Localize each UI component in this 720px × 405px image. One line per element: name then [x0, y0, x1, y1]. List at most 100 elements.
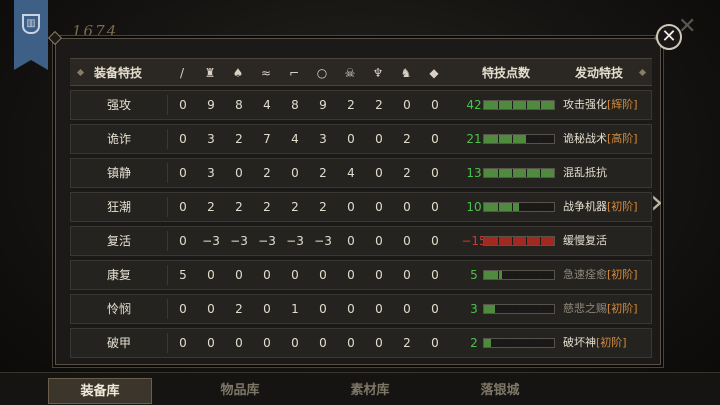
table-row[interactable]: 破甲 0 0 0 0 0 0 0 0 2 0 2 破坏神[初阶]	[70, 328, 652, 358]
stat-value: 0	[431, 302, 439, 316]
progress-tick	[512, 169, 513, 177]
table-row[interactable]: 狂潮 0 2 2 2 2 2 0 0 0 0 10 战争机器[初阶]	[70, 192, 652, 222]
progress-tick	[526, 203, 527, 211]
stat-value: 0	[431, 98, 439, 112]
progress-fill	[484, 169, 554, 177]
stat-value: 2	[263, 166, 271, 180]
progress-tick	[512, 271, 513, 279]
shield-icon: ▥	[22, 14, 40, 34]
skill-progress-bar	[483, 134, 555, 144]
stat-value: 3	[207, 132, 215, 146]
stat-value: 2	[375, 98, 383, 112]
active-skill[interactable]: 攻击强化[辉阶]	[563, 91, 649, 119]
progress-tick	[540, 271, 541, 279]
close-button[interactable]: ✕	[656, 24, 682, 50]
divider	[167, 265, 168, 285]
stat-value: 0	[291, 166, 299, 180]
divider	[167, 231, 168, 251]
guild-banner[interactable]: ▥	[14, 0, 48, 70]
stat-value: 7	[263, 132, 271, 146]
stat-value: 0	[179, 234, 187, 248]
table-row[interactable]: 怜悯 0 0 2 0 1 0 0 0 0 0 3 慈悲之赐[初阶]	[70, 294, 652, 324]
divider	[167, 95, 168, 115]
active-skill[interactable]: 混乱抵抗	[563, 159, 649, 187]
table-row[interactable]: 复活 0 −3 −3 −3 −3 −3 0 0 0 0 −15 缓慢复活	[70, 226, 652, 256]
sword-icon: /	[179, 66, 185, 80]
progress-tick	[540, 237, 541, 245]
stat-value: 5	[179, 268, 187, 282]
skill-tier-tag: [辉阶]	[607, 98, 638, 111]
stat-value: −3	[258, 234, 276, 248]
progress-tick	[498, 339, 499, 347]
stat-value: 4	[347, 166, 355, 180]
armor-icon: ♠	[232, 66, 244, 80]
table-row[interactable]: 康复 5 0 0 0 0 0 0 0 0 0 5 急速痊愈[初阶]	[70, 260, 652, 290]
stat-value: 0	[263, 268, 271, 282]
tab-materials[interactable]: 素材库	[320, 378, 420, 404]
active-skill[interactable]: 慈悲之赐[初阶]	[563, 295, 649, 323]
active-skill[interactable]: 战争机器[初阶]	[563, 193, 649, 221]
skill-progress-bar	[483, 168, 555, 178]
wing-icon: ≈	[260, 66, 272, 80]
stat-value: 2	[347, 98, 355, 112]
tab-equipment[interactable]: 装备库	[48, 378, 152, 404]
progress-tick	[512, 101, 513, 109]
tab-items[interactable]: 物品库	[190, 378, 290, 404]
table-row[interactable]: 强攻 0 9 8 4 8 9 2 2 0 0 42 攻击强化[辉阶]	[70, 90, 652, 120]
stat-value: 2	[403, 336, 411, 350]
skill-tier-tag: [初阶]	[607, 200, 638, 213]
skill-progress-bar	[483, 202, 555, 212]
progress-fill	[484, 101, 554, 109]
progress-tick	[526, 169, 527, 177]
stat-value: 0	[291, 336, 299, 350]
progress-tick	[526, 271, 527, 279]
progress-tick	[526, 339, 527, 347]
progress-tick	[540, 203, 541, 211]
row-name: 诡诈	[106, 132, 131, 146]
progress-tick	[540, 135, 541, 143]
stat-value: 2	[263, 200, 271, 214]
next-page-arrow-icon[interactable]: ›	[650, 182, 672, 222]
stat-value: 0	[347, 268, 355, 282]
stat-value: 0	[403, 234, 411, 248]
stat-value: 0	[179, 302, 187, 316]
tab-city[interactable]: 落银城	[450, 378, 550, 404]
active-skill[interactable]: 诡秘战术[高阶]	[563, 125, 649, 153]
stat-value: 2	[235, 132, 243, 146]
table-row[interactable]: 镇静 0 3 0 2 0 2 4 0 2 0 13 混乱抵抗	[70, 158, 652, 188]
stat-value: 0	[403, 302, 411, 316]
stat-value: −3	[230, 234, 248, 248]
progress-fill	[484, 135, 526, 143]
divider	[167, 333, 168, 353]
stat-value: 0	[347, 336, 355, 350]
active-skill[interactable]: 破坏神[初阶]	[563, 329, 649, 357]
progress-tick	[512, 135, 513, 143]
stat-value: 0	[347, 234, 355, 248]
active-skill[interactable]: 缓慢复活	[563, 227, 649, 255]
skill-progress-bar	[483, 304, 555, 314]
ring-icon: ○	[316, 66, 328, 80]
stat-value: 0	[179, 98, 187, 112]
gem-icon: ◆	[429, 66, 439, 80]
progress-tick	[540, 305, 541, 313]
skill-tier-tag: [初阶]	[596, 336, 627, 349]
active-skill[interactable]: 急速痊愈[初阶]	[563, 261, 649, 289]
stat-value: −3	[314, 234, 332, 248]
table-header: 装备特技 / ♜ ♠ ≈ ⌐ ○ ☠ ♆ ♞ ◆ 特技点数 发动特技	[70, 58, 652, 86]
stat-value: 9	[319, 98, 327, 112]
horse-icon: ♞	[400, 66, 412, 80]
stat-value: 0	[263, 336, 271, 350]
progress-fill	[484, 339, 491, 347]
table-row[interactable]: 诡诈 0 3 2 7 4 3 0 0 2 0 21 诡秘战术[高阶]	[70, 124, 652, 154]
stat-value: 0	[375, 302, 383, 316]
stat-value: 0	[403, 268, 411, 282]
progress-tick	[498, 305, 499, 313]
stat-value: 0	[431, 268, 439, 282]
col-header-skill: 发动特技	[574, 66, 623, 80]
row-name: 强攻	[106, 98, 131, 112]
stat-value: 0	[403, 98, 411, 112]
stat-value: 2	[235, 200, 243, 214]
helmet-icon: ♜	[204, 66, 216, 80]
stat-value: 0	[235, 268, 243, 282]
divider	[167, 129, 168, 149]
